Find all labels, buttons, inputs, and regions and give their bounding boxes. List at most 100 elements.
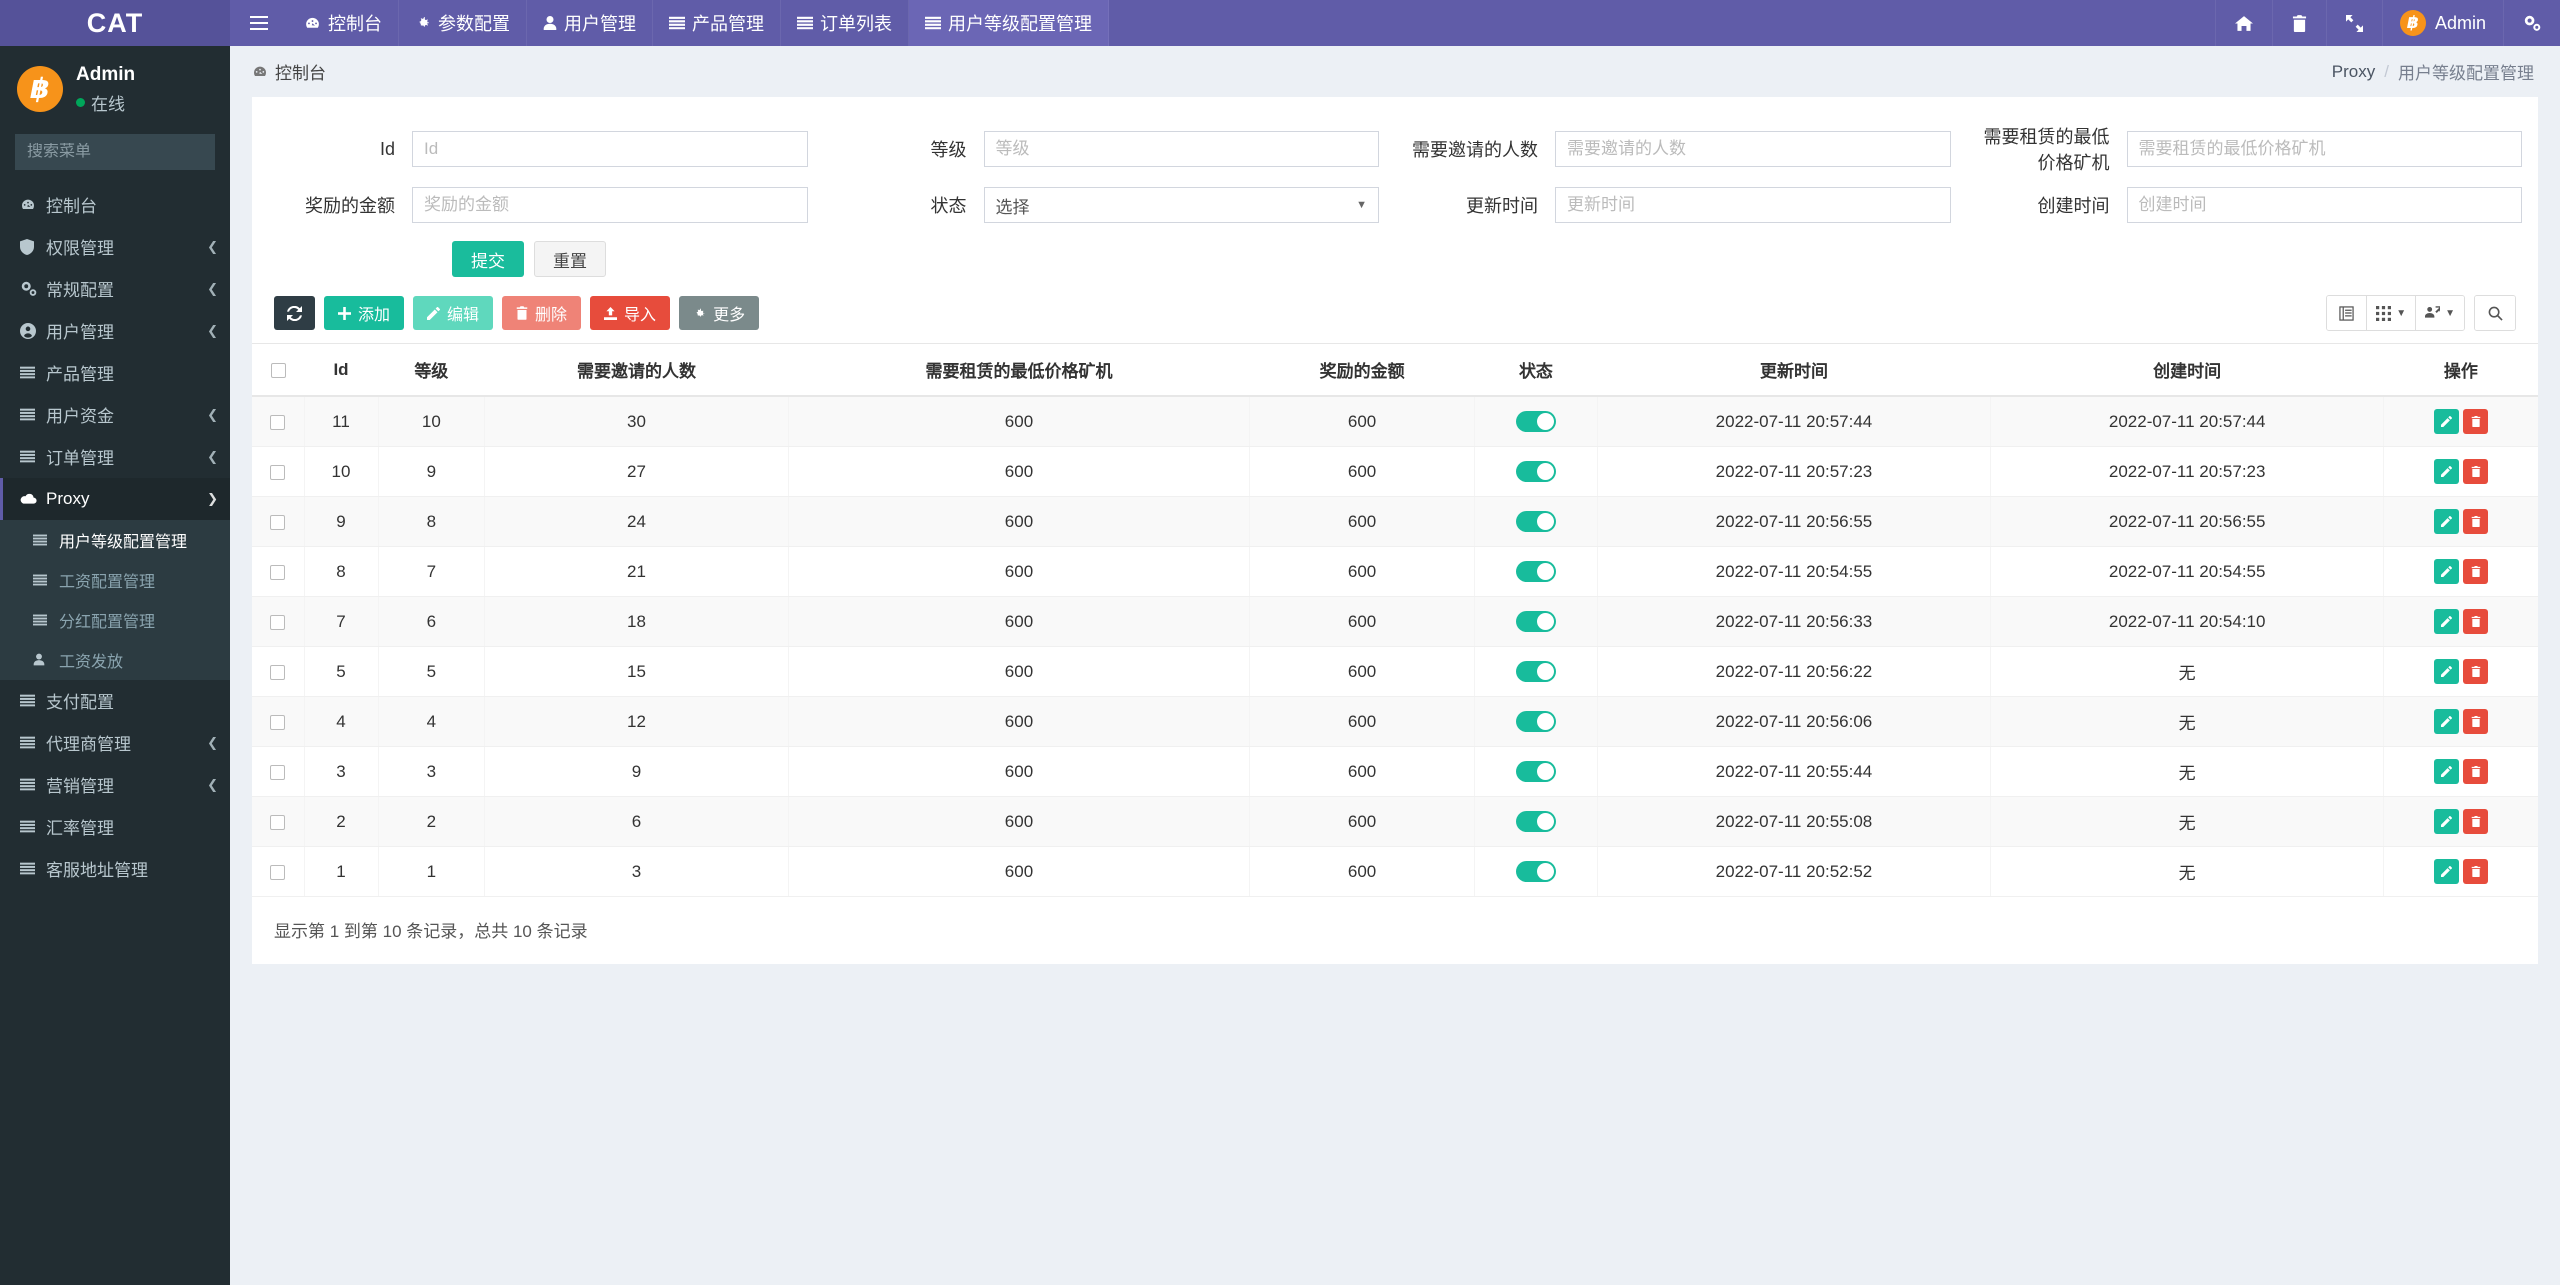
status-toggle[interactable] <box>1515 511 1556 532</box>
brand-logo[interactable]: CAT <box>0 0 230 46</box>
fullscreen-button[interactable] <box>2325 0 2382 46</box>
sidebar-item-dashboard[interactable]: 控制台 <box>0 184 230 226</box>
row-delete-button[interactable] <box>2463 659 2489 684</box>
row-edit-button[interactable] <box>2434 659 2460 684</box>
table-row[interactable]: 2 2 6 600 600 2022-07-11 20:55:08 无 <box>252 796 2538 847</box>
clear-cache-button[interactable] <box>2271 0 2326 46</box>
row-checkbox[interactable] <box>270 564 286 580</box>
row-edit-button[interactable] <box>2434 409 2460 434</box>
sidebar-item-support-address[interactable]: 客服地址管理 <box>0 848 230 890</box>
status-toggle[interactable] <box>1515 661 1556 682</box>
row-edit-button[interactable] <box>2434 509 2460 534</box>
status-toggle[interactable] <box>1515 611 1556 632</box>
row-delete-button[interactable] <box>2463 859 2489 884</box>
home-button[interactable] <box>2214 0 2272 46</box>
table-row[interactable]: 9 8 24 600 600 2022-07-11 20:56:55 2022-07-11 … <box>252 496 2538 547</box>
status-toggle[interactable] <box>1515 411 1556 432</box>
tab-user-level-config[interactable]: 用户等级配置管理 <box>909 0 1109 46</box>
sidebar-item-agent-management[interactable]: 代理商管理 ❮ <box>0 722 230 764</box>
sidebar-item-user-funds[interactable]: 用户资金 ❮ <box>0 394 230 436</box>
row-checkbox[interactable] <box>270 664 286 680</box>
tab-user-management[interactable]: 用户管理 <box>527 0 653 46</box>
sidebar-item-payment-config[interactable]: 支付配置 <box>0 680 230 722</box>
min-price-input[interactable] <box>2126 131 2522 167</box>
row-edit-button[interactable] <box>2434 609 2460 634</box>
breadcrumb-root[interactable]: Proxy <box>2332 62 2375 82</box>
table-row[interactable]: 11 10 30 600 600 2022-07-11 20:57:44 2022-07-1… <box>252 396 2538 447</box>
sidebar-item-exchange-rate[interactable]: 汇率管理 <box>0 806 230 848</box>
more-button[interactable]: 更多 <box>679 296 760 330</box>
row-checkbox[interactable] <box>270 814 286 830</box>
row-delete-button[interactable] <box>2463 609 2489 634</box>
row-delete-button[interactable] <box>2463 459 2489 484</box>
sidebar-item-salary-config[interactable]: 工资配置管理 <box>0 560 230 600</box>
row-edit-button[interactable] <box>2434 809 2460 834</box>
sidebar-search[interactable] <box>15 133 230 170</box>
table-row[interactable]: 10 9 27 600 600 2022-07-11 20:57:23 2022-07-11… <box>252 446 2538 497</box>
add-button[interactable]: 添加 <box>324 296 405 330</box>
sidebar-item-marketing-management[interactable]: 营销管理 ❮ <box>0 764 230 806</box>
export-icon[interactable]: ▼ <box>2416 296 2464 330</box>
column-header-invites[interactable]: 需要邀请的人数 <box>484 343 789 397</box>
row-delete-button[interactable] <box>2463 409 2489 434</box>
sidebar-item-dividend-config[interactable]: 分红配置管理 <box>0 600 230 640</box>
status-toggle[interactable] <box>1515 861 1556 882</box>
sidebar-item-general-config[interactable]: 常规配置 ❮ <box>0 268 230 310</box>
level-input[interactable] <box>983 131 1379 167</box>
status-select[interactable]: 选择 ▼ <box>983 187 1379 223</box>
sidebar-item-permission[interactable]: 权限管理 ❮ <box>0 226 230 268</box>
tab-product-management[interactable]: 产品管理 <box>653 0 781 46</box>
table-row[interactable]: 5 5 15 600 600 2022-07-11 20:56:22 无 <box>252 646 2538 697</box>
sidebar-item-proxy[interactable]: Proxy ❯ 用户等级配置管理 工资配置管理 分红配置管理 工资发放 <box>0 477 230 680</box>
row-edit-button[interactable] <box>2434 459 2460 484</box>
row-checkbox[interactable] <box>270 614 286 630</box>
row-edit-button[interactable] <box>2434 709 2460 734</box>
table-view-icon[interactable] <box>2327 296 2368 330</box>
status-toggle[interactable] <box>1515 561 1556 582</box>
submit-button[interactable]: 提交 <box>452 241 524 277</box>
tab-parameter-config[interactable]: 参数配置 <box>399 0 527 46</box>
created-time-input[interactable] <box>2126 187 2522 223</box>
select-all-checkbox[interactable] <box>270 362 286 378</box>
search-icon[interactable] <box>2475 296 2515 330</box>
delete-button[interactable]: 删除 <box>502 296 582 330</box>
table-row[interactable]: 3 3 9 600 600 2022-07-11 20:55:44 无 <box>252 746 2538 797</box>
columns-icon[interactable]: ▼ <box>2367 296 2417 330</box>
sidebar-item-salary-payout[interactable]: 工资发放 <box>0 640 230 680</box>
table-row[interactable]: 1 1 3 600 600 2022-07-11 20:52:52 无 <box>252 846 2538 897</box>
row-delete-button[interactable] <box>2463 809 2489 834</box>
status-toggle[interactable] <box>1515 711 1556 732</box>
row-edit-button[interactable] <box>2434 759 2460 784</box>
row-checkbox[interactable] <box>270 414 286 430</box>
id-input[interactable] <box>412 131 808 167</box>
row-checkbox[interactable] <box>270 864 286 880</box>
refresh-button[interactable] <box>274 296 315 330</box>
column-header-updated[interactable]: 更新时间 <box>1597 343 1991 397</box>
invites-input[interactable] <box>1555 131 1951 167</box>
tab-dashboard[interactable]: 控制台 <box>288 0 399 46</box>
sidebar-item-user-level-config[interactable]: 用户等级配置管理 <box>0 520 230 560</box>
table-row[interactable]: 4 4 12 600 600 2022-07-11 20:56:06 无 <box>252 696 2538 747</box>
row-checkbox[interactable] <box>270 464 286 480</box>
sidebar-item-order-management[interactable]: 订单管理 ❮ <box>0 436 230 478</box>
tab-order-list[interactable]: 订单列表 <box>781 0 909 46</box>
sidebar-item-product-management[interactable]: 产品管理 <box>0 352 230 394</box>
table-row[interactable]: 8 7 21 600 600 2022-07-11 20:54:55 2022-07-11 … <box>252 546 2538 597</box>
sidebar-toggle-button[interactable] <box>230 0 288 46</box>
column-header-created[interactable]: 创建时间 <box>1990 343 2384 397</box>
settings-button[interactable] <box>2503 0 2560 46</box>
search-input[interactable] <box>16 142 230 161</box>
status-toggle[interactable] <box>1515 461 1556 482</box>
reset-button[interactable]: 重置 <box>534 241 606 277</box>
column-header-id[interactable]: Id <box>304 343 378 397</box>
row-checkbox[interactable] <box>270 764 286 780</box>
column-header-level[interactable]: 等级 <box>378 343 485 397</box>
column-header-reward[interactable]: 奖励的金额 <box>1249 343 1475 397</box>
user-menu[interactable]: ฿ Admin <box>2381 0 2503 46</box>
column-header-min-price[interactable]: 需要租赁的最低价格矿机 <box>788 343 1250 397</box>
row-delete-button[interactable] <box>2463 559 2489 584</box>
updated-time-input[interactable] <box>1555 187 1951 223</box>
row-delete-button[interactable] <box>2463 759 2489 784</box>
import-button[interactable]: 导入 <box>590 296 671 330</box>
edit-button[interactable]: 编辑 <box>413 296 494 330</box>
